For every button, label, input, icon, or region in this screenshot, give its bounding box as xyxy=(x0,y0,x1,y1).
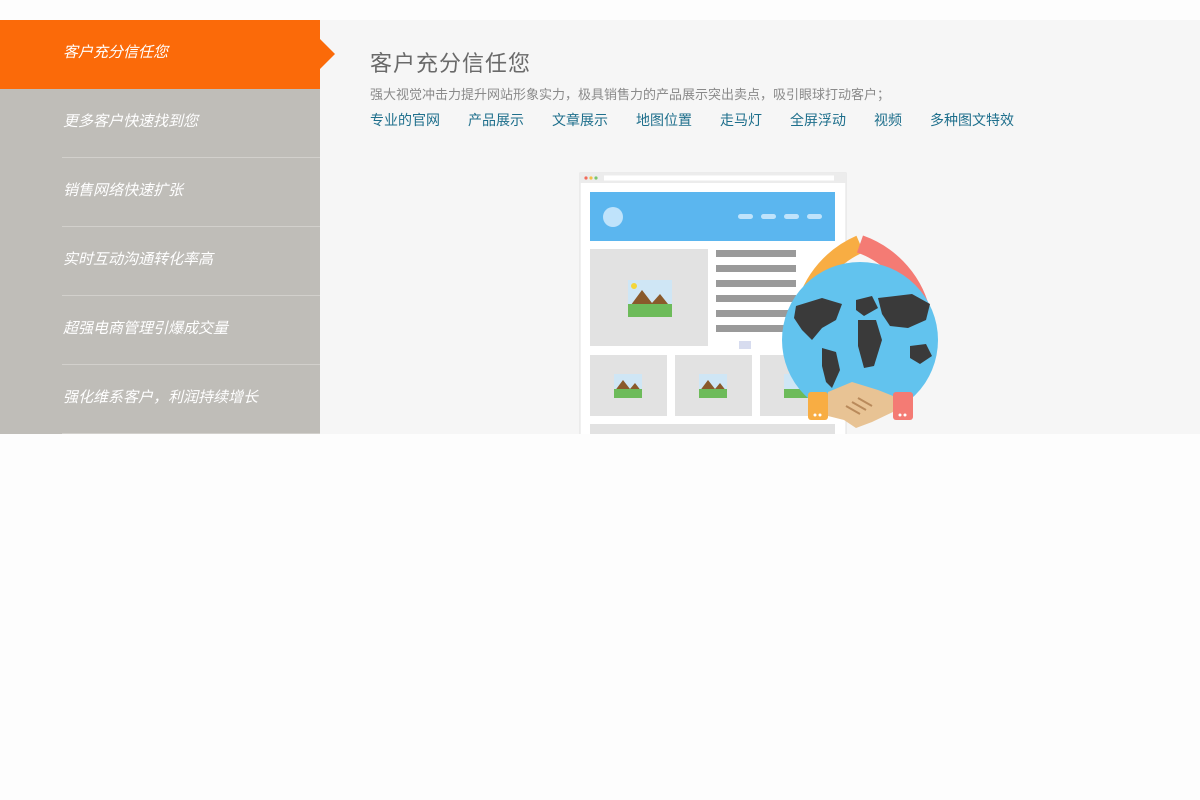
sidebar-item-expand[interactable]: 销售网络快速扩张 xyxy=(0,158,320,227)
link-carousel[interactable]: 走马灯 xyxy=(720,110,762,130)
link-products[interactable]: 产品展示 xyxy=(468,110,524,130)
link-fullscreen-float[interactable]: 全屏浮动 xyxy=(790,110,846,130)
link-articles[interactable]: 文章展示 xyxy=(552,110,608,130)
sidebar-item-trust[interactable]: 客户充分信任您 xyxy=(0,20,335,89)
page: 客户充分信任您 更多客户快速找到您 销售网络快速扩张 实时互动沟通转化率高 超强… xyxy=(0,0,1200,800)
section-title: 客户充分信任您 xyxy=(370,52,532,77)
link-video[interactable]: 视频 xyxy=(874,110,902,130)
sidebar-item-label: 超强电商管理引爆成交量 xyxy=(63,319,229,337)
section-subtitle: 强大视觉冲击力提升网站形象实力，极具销售力的产品展示突出卖点，吸引眼球打动客户； xyxy=(370,88,891,103)
sidebar: 客户充分信任您 更多客户快速找到您 销售网络快速扩张 实时互动沟通转化率高 超强… xyxy=(0,20,335,434)
sidebar-item-retention[interactable]: 强化维系客户，利润持续增长 xyxy=(0,365,320,434)
sidebar-item-label: 实时互动沟通转化率高 xyxy=(63,250,214,268)
sidebar-item-interact[interactable]: 实时互动沟通转化率高 xyxy=(0,227,320,296)
sidebar-item-label: 强化维系客户，利润持续增长 xyxy=(63,388,259,406)
feature-panel: 客户充分信任您 更多客户快速找到您 销售网络快速扩张 实时互动沟通转化率高 超强… xyxy=(0,20,1200,434)
feature-links: 专业的官网 产品展示 文章展示 地图位置 走马灯 全屏浮动 视频 多种图文特效 xyxy=(370,110,1042,130)
sidebar-item-label: 销售网络快速扩张 xyxy=(63,181,184,199)
website-trust-illustration xyxy=(579,172,938,434)
link-map-location[interactable]: 地图位置 xyxy=(636,110,692,130)
sidebar-item-label: 更多客户快速找到您 xyxy=(63,112,199,130)
sidebar-divider xyxy=(62,433,320,434)
sidebar-item-find[interactable]: 更多客户快速找到您 xyxy=(0,89,320,158)
link-official-site[interactable]: 专业的官网 xyxy=(370,110,440,130)
sidebar-item-ecommerce[interactable]: 超强电商管理引爆成交量 xyxy=(0,296,320,365)
link-image-effects[interactable]: 多种图文特效 xyxy=(930,110,1014,130)
active-pointer-arrow xyxy=(320,39,335,69)
sidebar-item-label: 客户充分信任您 xyxy=(63,43,169,61)
